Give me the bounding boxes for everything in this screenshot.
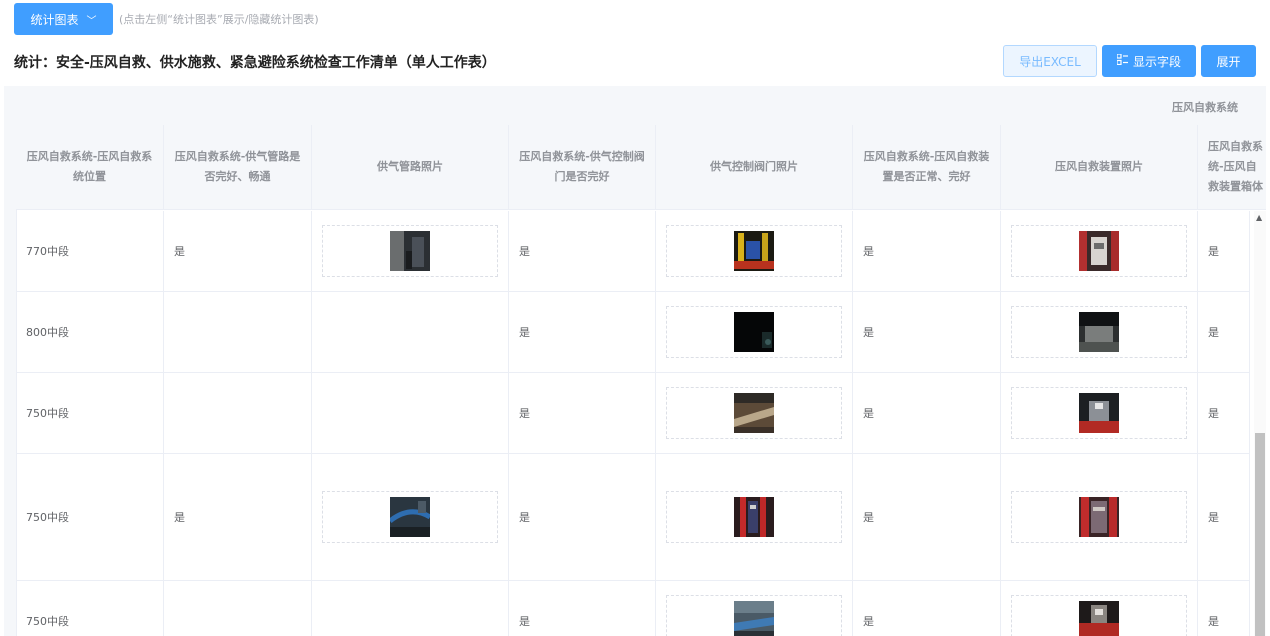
col-header-device-ok[interactable]: 压风自救系统-压风自救装置是否正常、完好 [853,125,1001,209]
photo-box[interactable] [666,225,842,277]
cell-valve-photo [656,454,853,580]
photo-box[interactable] [1011,387,1187,439]
device-photo-thumbnail[interactable] [1079,393,1119,433]
export-excel-button[interactable]: 导出EXCEL [1003,45,1097,77]
cell-location: 750中段 [16,454,164,580]
scrollbar-thumb[interactable] [1255,433,1265,636]
fields-icon [1116,53,1128,68]
chart-toggle-hint: (点击左侧“统计图表”展示/隐藏统计图表) [119,13,319,26]
device-photo-thumbnail[interactable] [1079,497,1119,537]
cell-device-ok: 是 [853,373,1001,453]
col-header-valve-photo[interactable]: 供气控制阀门照片 [656,125,853,209]
cell-pipe-ok: 是 [164,211,312,291]
table-row: 750中段 是 是 是 是 [16,454,1250,581]
page-title: 统计：安全-压风自救、供水施救、紧急避险系统检查工作清单（单人工作表） [14,55,496,71]
cell-pipe-ok [164,581,312,636]
photo-box[interactable] [1011,306,1187,358]
cell-valve-photo [656,211,853,291]
cell-location: 750中段 [16,373,164,453]
chevron-down-icon: ﹀ [86,15,97,27]
group-header-label: 压风自救系统 [1172,101,1238,114]
cell-pipe-photo [312,292,509,372]
col-header-pipe-ok[interactable]: 压风自救系统-供气管路是否完好、畅通 [164,125,312,209]
device-photo-thumbnail[interactable] [1079,601,1119,636]
cell-device-ok: 是 [853,211,1001,291]
cell-location: 750中段 [16,581,164,636]
valve-photo-thumbnail[interactable] [734,312,774,352]
show-fields-button[interactable]: 显示字段 [1102,45,1196,77]
cell-pipe-photo [312,211,509,291]
col-header-location[interactable]: 压风自救系统-压风自救系统位置 [16,125,164,209]
cell-box: 是 [1198,454,1250,580]
pipe-photo-thumbnail[interactable] [390,497,430,537]
group-header: 压风自救系统 [16,86,1266,126]
expand-button[interactable]: 展开 [1201,45,1256,77]
photo-box[interactable] [1011,595,1187,636]
valve-photo-thumbnail[interactable] [734,497,774,537]
cell-box: 是 [1198,292,1250,372]
cell-device-photo [1001,211,1198,291]
photo-box[interactable] [1011,491,1187,543]
cell-device-photo [1001,373,1198,453]
device-photo-thumbnail[interactable] [1079,231,1119,271]
column-header-row: 压风自救系统-压风自救系统位置 压风自救系统-供气管路是否完好、畅通 供气管路照… [16,125,1266,210]
cell-pipe-ok: 是 [164,454,312,580]
cell-valve-ok: 是 [509,454,656,580]
cell-valve-ok: 是 [509,581,656,636]
cell-device-photo [1001,454,1198,580]
cell-valve-ok: 是 [509,292,656,372]
chart-toggle-label: 统计图表 [30,12,79,27]
cell-location: 800中段 [16,292,164,372]
photo-box[interactable] [666,306,842,358]
photo-box[interactable] [666,595,842,636]
valve-photo-thumbnail[interactable] [734,601,774,636]
table-row: 750中段 是 是 是 [16,373,1250,454]
pipe-photo-thumbnail[interactable] [390,231,430,271]
cell-device-ok: 是 [853,292,1001,372]
cell-valve-photo [656,581,853,636]
cell-pipe-photo [312,581,509,636]
cell-valve-photo [656,373,853,453]
col-header-pipe-photo[interactable]: 供气管路照片 [312,125,509,209]
cell-valve-ok: 是 [509,211,656,291]
valve-photo-thumbnail[interactable] [734,231,774,271]
cell-box: 是 [1198,211,1250,291]
cell-device-photo [1001,581,1198,636]
cell-device-photo [1001,292,1198,372]
table-body: 770中段 是 是 是 是 800中段 是 是 是 750中段 是 是 是 75… [16,211,1250,636]
scroll-up-arrow-icon[interactable]: ▲ [1256,213,1262,222]
cell-pipe-photo [312,454,509,580]
col-header-box[interactable]: 压风自救系统-压风自救装置箱体 [1198,125,1270,209]
cell-pipe-photo [312,373,509,453]
cell-box: 是 [1198,373,1250,453]
col-header-valve-ok[interactable]: 压风自救系统-供气控制阀门是否完好 [509,125,656,209]
cell-pipe-ok [164,292,312,372]
photo-box[interactable] [1011,225,1187,277]
chart-toggle-button[interactable]: 统计图表 ﹀ [14,3,113,35]
top-bar: 统计图表 ﹀ (点击左侧“统计图表”展示/隐藏统计图表) [14,3,319,35]
device-photo-thumbnail[interactable] [1079,312,1119,352]
data-table: 压风自救系统 压风自救系统-压风自救系统位置 压风自救系统-供气管路是否完好、畅… [4,86,1270,636]
photo-box[interactable] [322,225,498,277]
cell-box: 是 [1198,581,1250,636]
vertical-scrollbar[interactable]: ▲ [1254,211,1266,636]
photo-box[interactable] [666,491,842,543]
col-header-device-photo[interactable]: 压风自救装置照片 [1001,125,1198,209]
cell-location: 770中段 [16,211,164,291]
cell-device-ok: 是 [853,454,1001,580]
photo-box[interactable] [322,491,498,543]
cell-pipe-ok [164,373,312,453]
table-row: 800中段 是 是 是 [16,292,1250,373]
cell-valve-ok: 是 [509,373,656,453]
show-fields-label: 显示字段 [1132,54,1181,69]
valve-photo-thumbnail[interactable] [734,393,774,433]
table-row: 770中段 是 是 是 是 [16,211,1250,292]
cell-valve-photo [656,292,853,372]
cell-device-ok: 是 [853,581,1001,636]
table-row: 750中段 是 是 是 [16,581,1250,636]
photo-box[interactable] [666,387,842,439]
